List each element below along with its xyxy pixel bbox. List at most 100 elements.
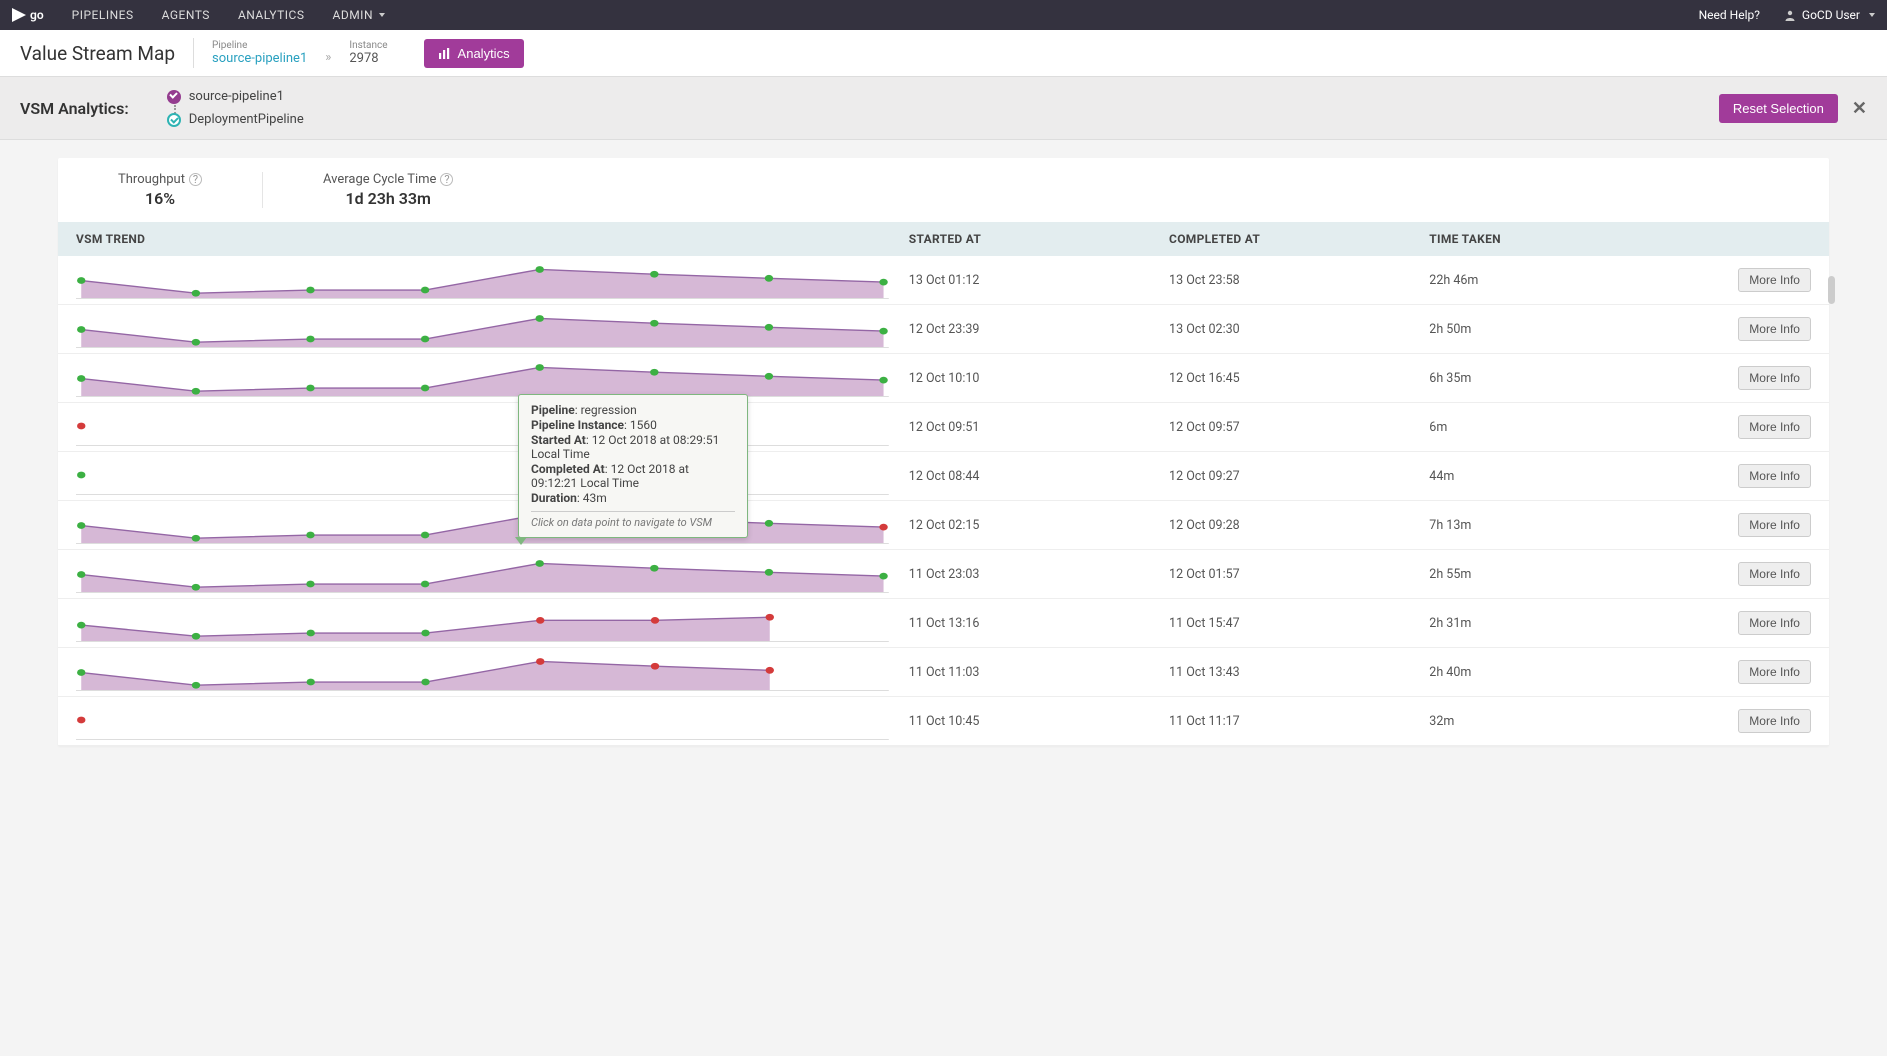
more-info-button[interactable]: More Info: [1738, 562, 1811, 586]
divider: [193, 38, 194, 68]
top-nav: go PIPELINES AGENTS ANALYTICS ADMIN Need…: [0, 0, 1887, 30]
table-row: 11 Oct 23:0312 Oct 01:572h 55m More Info: [58, 550, 1829, 599]
logo-text: go: [30, 8, 44, 22]
more-info-button[interactable]: More Info: [1738, 268, 1811, 292]
table-header: VSM TREND STARTED AT COMPLETED AT TIME T…: [58, 222, 1829, 256]
chevron-down-icon: [379, 13, 385, 17]
started-at-cell: 12 Oct 02:15: [909, 518, 1169, 533]
user-icon: [1784, 9, 1796, 21]
pipeline-selection-list: source-pipeline1 DeploymentPipeline: [167, 89, 304, 127]
trend-sparkline[interactable]: [76, 604, 909, 642]
time-taken-cell: 7h 13m: [1429, 518, 1637, 533]
stats-row: Throughput? 16% Average Cycle Time? 1d 2…: [58, 158, 1829, 222]
col-header-time: TIME TAKEN: [1429, 232, 1637, 246]
col-header-completed: COMPLETED AT: [1169, 232, 1429, 246]
content-card: Throughput? 16% Average Cycle Time? 1d 2…: [58, 158, 1829, 746]
completed-at-cell: 12 Oct 16:45: [1169, 371, 1429, 386]
completed-at-cell: 13 Oct 02:30: [1169, 322, 1429, 337]
logo[interactable]: go: [12, 8, 44, 22]
table-row: 12 Oct 09:5112 Oct 09:576m More Info: [58, 403, 1829, 452]
bar-chart-icon: [438, 48, 451, 59]
more-info-button[interactable]: More Info: [1738, 415, 1811, 439]
started-at-cell: 12 Oct 23:39: [909, 322, 1169, 337]
table-row: 12 Oct 08:4412 Oct 09:2744mMore Info: [58, 452, 1829, 501]
trend-sparkline[interactable]: [76, 457, 909, 495]
nav-pipelines[interactable]: PIPELINES: [72, 8, 134, 22]
reset-selection-button[interactable]: Reset Selection: [1719, 94, 1838, 123]
check-circle-icon: [167, 90, 181, 104]
started-at-cell: 11 Oct 10:45: [909, 714, 1169, 729]
started-at-cell: 12 Oct 08:44: [909, 469, 1169, 484]
time-taken-cell: 22h 46m: [1429, 273, 1637, 288]
started-at-cell: 12 Oct 09:51: [909, 420, 1169, 435]
started-at-cell: 12 Oct 10:10: [909, 371, 1169, 386]
table-row: 11 Oct 10:4511 Oct 11:1732m More Info: [58, 697, 1829, 746]
trend-sparkline[interactable]: [76, 653, 909, 691]
started-at-cell: 11 Oct 23:03: [909, 567, 1169, 582]
completed-at-cell: 11 Oct 15:47: [1169, 616, 1429, 631]
completed-at-cell: 12 Oct 09:28: [1169, 518, 1429, 533]
close-icon[interactable]: ✕: [1852, 98, 1867, 119]
table-row: 11 Oct 11:0311 Oct 13:432h 40m More Info: [58, 648, 1829, 697]
scrollbar-thumb[interactable]: [1828, 276, 1835, 304]
col-header-started: STARTED AT: [909, 232, 1169, 246]
table-row: 12 Oct 10:1012 Oct 16:456h 35m More Info: [58, 354, 1829, 403]
completed-at-cell: 11 Oct 13:43: [1169, 665, 1429, 680]
stat-throughput: Throughput? 16%: [58, 172, 262, 208]
time-taken-cell: 2h 55m: [1429, 567, 1637, 582]
more-info-button[interactable]: More Info: [1738, 513, 1811, 537]
sub-header: Value Stream Map Pipeline source-pipelin…: [0, 30, 1887, 77]
trend-sparkline[interactable]: [76, 261, 909, 299]
analytics-button[interactable]: Analytics: [424, 39, 524, 68]
nav-items: PIPELINES AGENTS ANALYTICS ADMIN: [72, 8, 385, 22]
nav-agents[interactable]: AGENTS: [162, 8, 210, 22]
play-icon: [12, 8, 26, 22]
more-info-button[interactable]: More Info: [1738, 709, 1811, 733]
time-taken-cell: 2h 40m: [1429, 665, 1637, 680]
trend-sparkline[interactable]: [76, 555, 909, 593]
pipeline-link[interactable]: source-pipeline1: [212, 51, 307, 66]
nav-analytics[interactable]: ANALYTICS: [238, 8, 305, 22]
completed-at-cell: 12 Oct 09:27: [1169, 469, 1429, 484]
table-row: 12 Oct 23:3913 Oct 02:302h 50mMore Info: [58, 305, 1829, 354]
trend-sparkline[interactable]: [76, 506, 909, 544]
breadcrumb-pipeline: Pipeline source-pipeline1: [212, 40, 307, 66]
breadcrumb-instance: Instance 2978: [349, 40, 387, 66]
pipeline-selection-source[interactable]: source-pipeline1: [167, 89, 304, 104]
trend-sparkline[interactable]: [76, 310, 909, 348]
trend-sparkline[interactable]: [76, 359, 909, 397]
user-menu[interactable]: GoCD User: [1784, 8, 1875, 22]
time-taken-cell: 6m: [1429, 420, 1637, 435]
more-info-button[interactable]: More Info: [1738, 317, 1811, 341]
time-taken-cell: 2h 31m: [1429, 616, 1637, 631]
started-at-cell: 11 Oct 13:16: [909, 616, 1169, 631]
completed-at-cell: 11 Oct 11:17: [1169, 714, 1429, 729]
trend-sparkline[interactable]: [76, 408, 909, 446]
completed-at-cell: 12 Oct 09:57: [1169, 420, 1429, 435]
help-icon[interactable]: ?: [189, 173, 202, 186]
more-info-button[interactable]: More Info: [1738, 366, 1811, 390]
completed-at-cell: 12 Oct 01:57: [1169, 567, 1429, 582]
vsm-analytics-bar: VSM Analytics: source-pipeline1 Deployme…: [0, 77, 1887, 140]
help-link[interactable]: Need Help?: [1699, 8, 1760, 22]
more-info-button[interactable]: More Info: [1738, 660, 1811, 684]
chevron-right-icon: »: [325, 50, 331, 65]
time-taken-cell: 32m: [1429, 714, 1637, 729]
completed-at-cell: 13 Oct 23:58: [1169, 273, 1429, 288]
started-at-cell: 13 Oct 01:12: [909, 273, 1169, 288]
table-body: 13 Oct 01:1213 Oct 23:5822h 46m More Info…: [58, 256, 1829, 746]
stat-cycle-time: Average Cycle Time? 1d 23h 33m: [262, 172, 513, 208]
time-taken-cell: 6h 35m: [1429, 371, 1637, 386]
table-row: 11 Oct 13:1611 Oct 15:472h 31m More Info: [58, 599, 1829, 648]
trend-sparkline[interactable]: [76, 702, 909, 740]
started-at-cell: 11 Oct 11:03: [909, 665, 1169, 680]
chevron-down-icon: [1869, 13, 1875, 17]
more-info-button[interactable]: More Info: [1738, 464, 1811, 488]
more-info-button[interactable]: More Info: [1738, 611, 1811, 635]
nav-admin[interactable]: ADMIN: [333, 8, 386, 22]
table-row: 12 Oct 02:1512 Oct 09:287h 13m More Info: [58, 501, 1829, 550]
table-row: 13 Oct 01:1213 Oct 23:5822h 46m More Info: [58, 256, 1829, 305]
help-icon[interactable]: ?: [440, 173, 453, 186]
check-circle-icon: [167, 113, 181, 127]
pipeline-selection-deployment[interactable]: DeploymentPipeline: [167, 112, 304, 127]
